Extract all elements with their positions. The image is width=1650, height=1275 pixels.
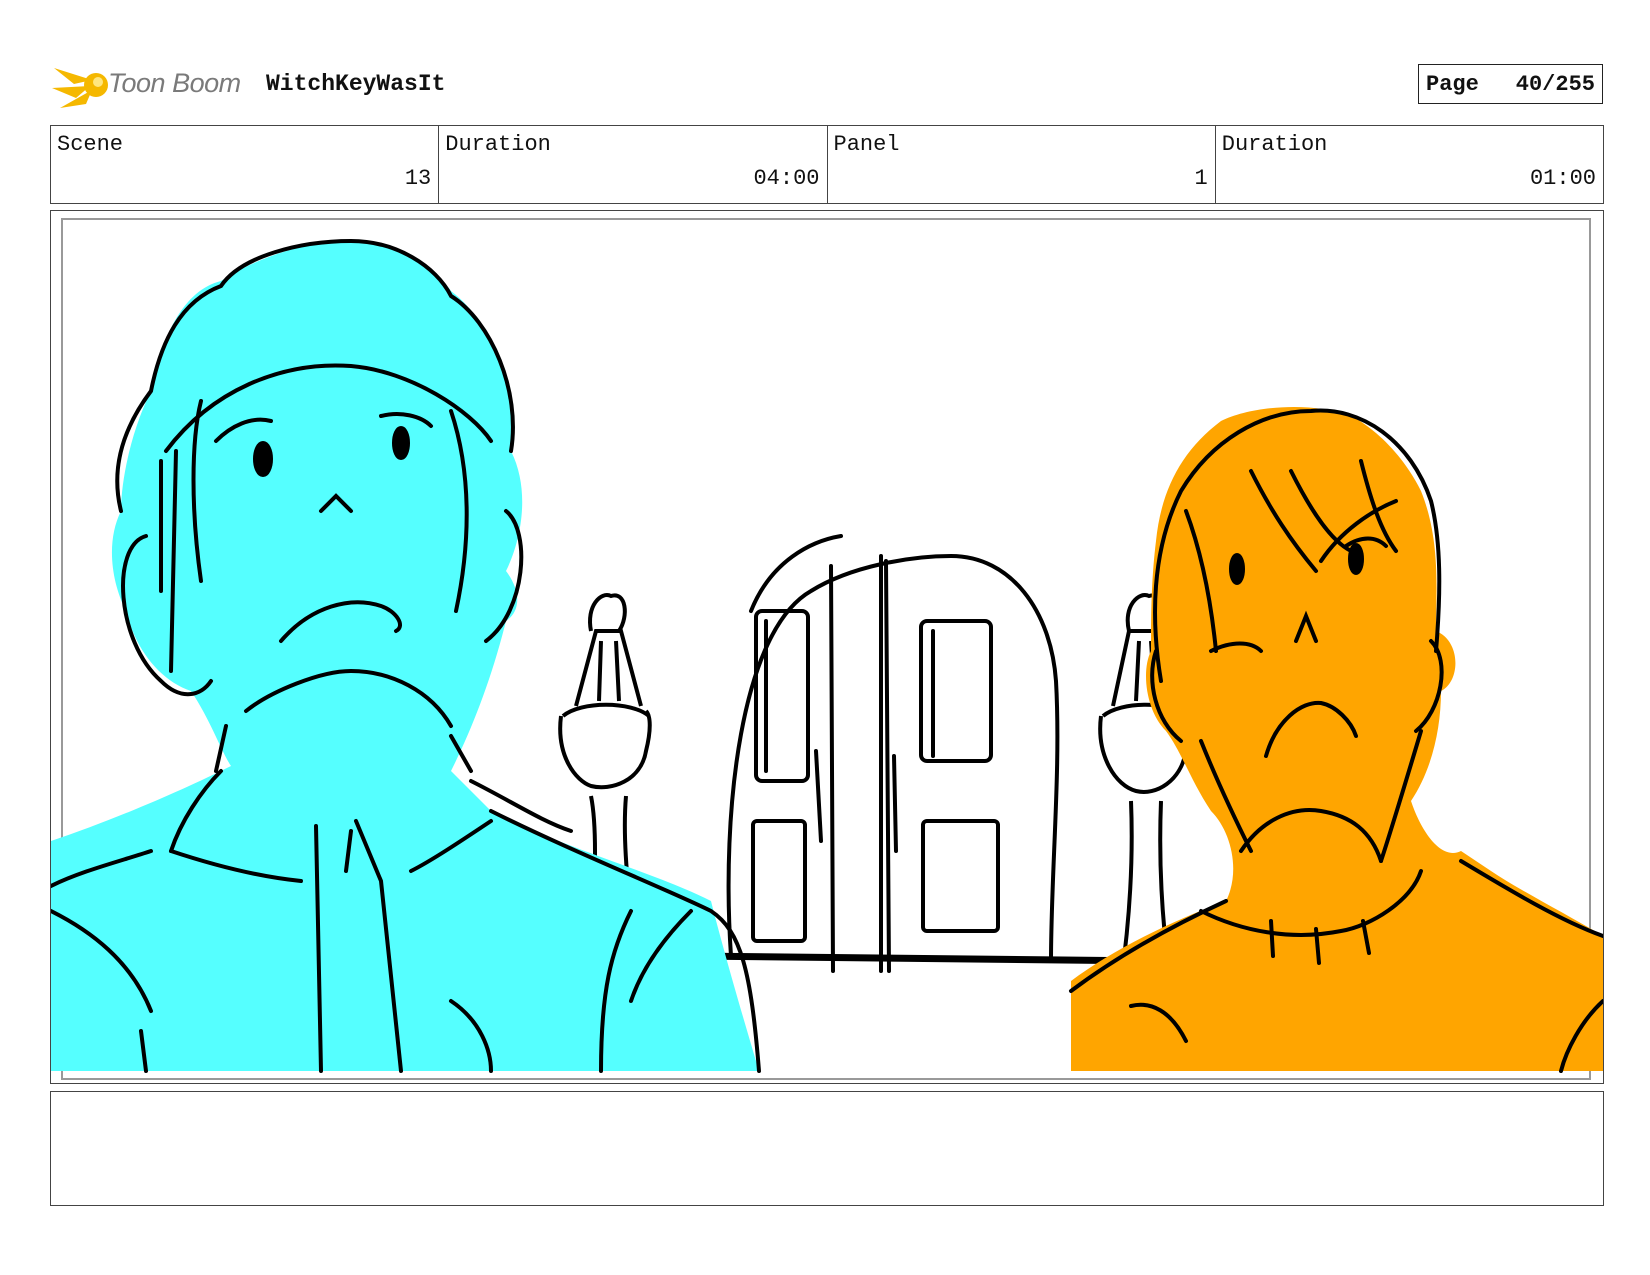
- scene-info-table: Scene 13 Duration 04:00 Panel 1 Duration…: [50, 125, 1604, 204]
- panel-duration-value: 01:00: [1529, 166, 1596, 191]
- panel-drawing: [51, 218, 1603, 1080]
- scene-duration-cell: Duration 04:00: [439, 126, 828, 203]
- project-title: WitchKeyWasIt: [266, 71, 446, 97]
- panel-notes-box: [50, 1091, 1604, 1206]
- right-character: [1069, 406, 1603, 1073]
- storyboard-panel: [50, 210, 1604, 1084]
- scene-label: Scene: [57, 132, 124, 157]
- page-indicator: Page 40/255: [1418, 64, 1603, 104]
- panel-duration-label: Duration: [1221, 132, 1328, 157]
- panel-cell: Panel 1: [828, 126, 1216, 203]
- logo-text: Toon Boom: [108, 68, 241, 98]
- page-label: Page: [1426, 71, 1479, 97]
- scene-value: 13: [404, 166, 432, 191]
- left-character: [51, 238, 761, 1073]
- scene-duration-label: Duration: [445, 132, 551, 157]
- double-door: [726, 534, 1060, 973]
- panel-value: 1: [1194, 166, 1208, 191]
- panel-duration-cell: Duration 01:00: [1216, 126, 1603, 203]
- scene-duration-value: 04:00: [753, 166, 820, 191]
- scene-cell: Scene 13: [51, 126, 440, 203]
- right-character-fill: [1071, 406, 1603, 1071]
- panel-label: Panel: [833, 132, 900, 157]
- page-number: 40/255: [1515, 71, 1595, 97]
